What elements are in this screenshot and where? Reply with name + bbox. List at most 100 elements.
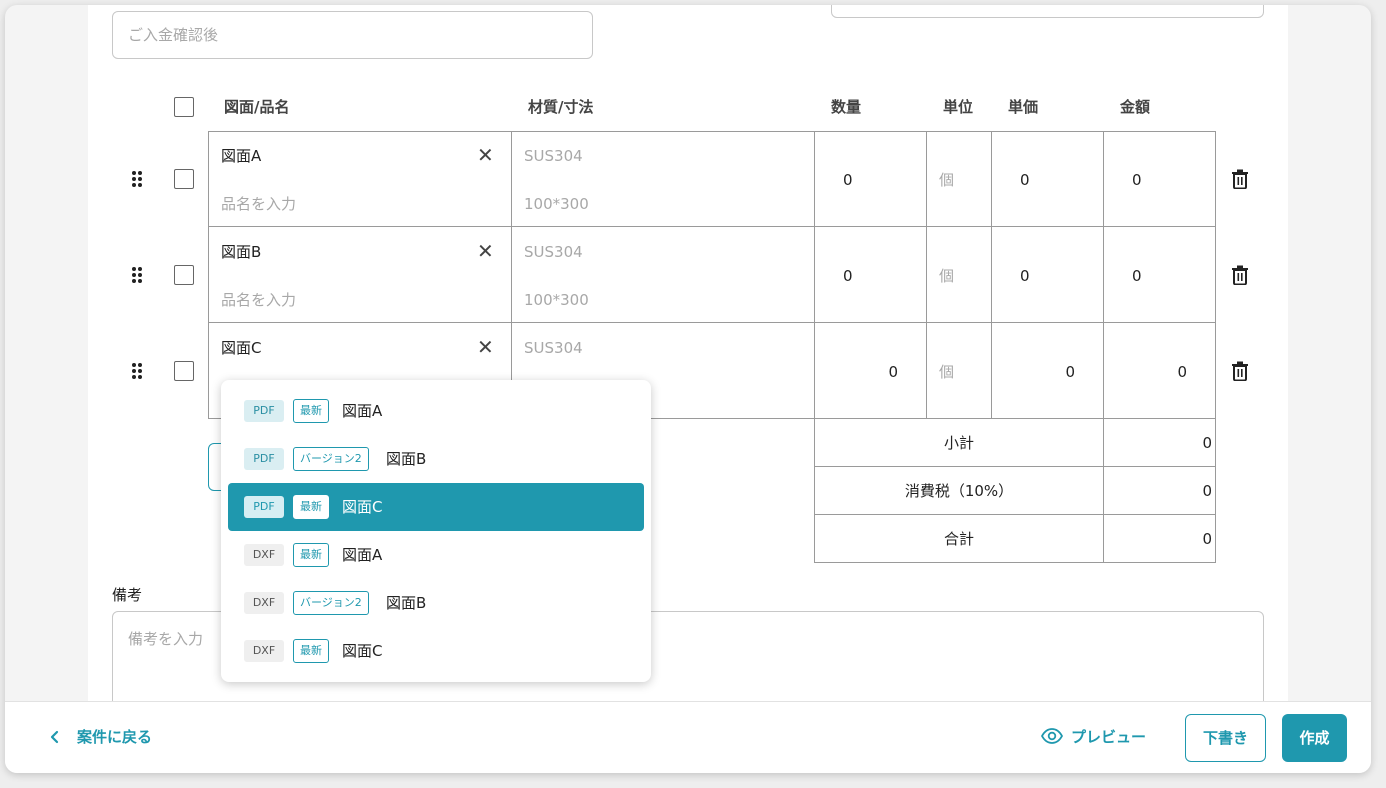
row-checkbox[interactable]	[174, 265, 194, 285]
file-type-badge: DXF	[244, 592, 284, 614]
dropdown-option[interactable]: DXF バージョン2 図面B	[228, 579, 644, 627]
file-type-badge: DXF	[244, 544, 284, 566]
tax-value: 0	[1202, 482, 1212, 500]
dropdown-option[interactable]: PDF 最新 図面A	[228, 387, 644, 435]
unit-input[interactable]: 個	[939, 170, 954, 190]
draft-label: 下書き	[1202, 729, 1248, 747]
row-checkbox[interactable]	[174, 169, 194, 189]
tax-value-cell: 0	[1103, 466, 1216, 515]
file-type-badge: DXF	[244, 640, 284, 662]
tax-label: 消費税（10%）	[904, 482, 1014, 500]
qty-value: 0	[843, 267, 853, 285]
chevron-left-icon	[50, 730, 59, 744]
notes-label: 備考	[112, 586, 143, 604]
header-drawing: 図面/品名	[224, 98, 290, 116]
trash-icon[interactable]	[1231, 265, 1249, 285]
back-label: 案件に戻る	[77, 728, 153, 746]
item-name-input[interactable]: 品名を入力	[221, 290, 296, 310]
amount-value: 0	[1177, 363, 1187, 381]
preview-button[interactable]: プレビュー	[1041, 724, 1161, 750]
qty-cell[interactable]: 0	[814, 226, 927, 323]
unit-cell[interactable]: 個	[926, 131, 992, 227]
unit-price-value: 0	[1020, 171, 1030, 189]
drawing-cell[interactable]: 図面A ✕ 品名を入力	[208, 131, 512, 227]
qty-cell[interactable]: 0	[814, 322, 927, 419]
qty-value: 0	[843, 171, 853, 189]
total-value: 0	[1202, 530, 1212, 548]
footer-bar: 案件に戻る プレビュー 下書き 作成	[5, 701, 1371, 773]
version-badge: バージョン2	[293, 591, 369, 615]
total-value-cell: 0	[1103, 514, 1216, 563]
unit-price-value: 0	[1020, 267, 1030, 285]
file-type-badge: PDF	[244, 448, 284, 470]
dropdown-option[interactable]: PDF バージョン2 図面B	[228, 435, 644, 483]
material-input[interactable]: SUS304	[524, 146, 583, 166]
unit-cell[interactable]: 個	[926, 322, 992, 419]
header-qty: 数量	[831, 98, 862, 116]
unit-input[interactable]: 個	[939, 362, 954, 382]
unit-cell[interactable]: 個	[926, 226, 992, 323]
option-name: 図面C	[342, 642, 383, 660]
size-input[interactable]: 100*300	[524, 290, 589, 310]
subtotal-label-cell: 小計	[814, 418, 1104, 467]
option-name: 図面C	[342, 498, 383, 516]
row-checkbox[interactable]	[174, 361, 194, 381]
payment-timing-input[interactable]: ご入金確認後	[112, 11, 593, 59]
unit-input[interactable]: 個	[939, 266, 954, 286]
clear-drawing-icon[interactable]: ✕	[477, 241, 494, 261]
subtotal-label: 小計	[943, 434, 974, 452]
qty-value: 0	[888, 363, 898, 381]
form-content: ご入金確認後 図面/品名 材質/寸法 数量 単位 単価 金額 図面A ✕ 品名を…	[88, 5, 1288, 731]
drawing-cell[interactable]: 図面B ✕ 品名を入力	[208, 226, 512, 323]
size-input[interactable]: 100*300	[524, 194, 589, 214]
preview-label: プレビュー	[1071, 728, 1147, 746]
header-amount: 金額	[1120, 98, 1151, 116]
drawing-name: 図面A	[221, 147, 262, 165]
amount-cell[interactable]: 0	[1103, 322, 1216, 419]
dropdown-option-selected[interactable]: PDF 最新 図面C	[228, 483, 644, 531]
amount-cell[interactable]: 0	[1103, 226, 1216, 323]
dropdown-option[interactable]: DXF 最新 図面A	[228, 531, 644, 579]
amount-value: 0	[1132, 171, 1142, 189]
drag-handle-icon[interactable]	[131, 266, 143, 284]
app-window: ご入金確認後 図面/品名 材質/寸法 数量 単位 単価 金額 図面A ✕ 品名を…	[5, 5, 1371, 773]
amount-cell[interactable]: 0	[1103, 131, 1216, 227]
header-material: 材質/寸法	[528, 98, 594, 116]
drag-handle-icon[interactable]	[131, 170, 143, 188]
draft-button[interactable]: 下書き	[1185, 714, 1266, 762]
item-name-input[interactable]: 品名を入力	[221, 194, 296, 214]
totals-table: 小計 0 消費税（10%） 0 合計 0	[814, 418, 1216, 563]
total-label-cell: 合計	[814, 514, 1104, 563]
subtotal-value: 0	[1202, 434, 1212, 452]
option-name: 図面A	[342, 402, 383, 420]
tax-label-cell: 消費税（10%）	[814, 466, 1104, 515]
table-row: 図面A ✕ 品名を入力 SUS304 100*300 0 個 0 0	[88, 131, 1288, 227]
create-button[interactable]: 作成	[1282, 714, 1347, 762]
clear-drawing-icon[interactable]: ✕	[477, 337, 494, 357]
unit-price-value: 0	[1065, 363, 1075, 381]
select-all-checkbox[interactable]	[174, 97, 194, 117]
material-input[interactable]: SUS304	[524, 242, 583, 262]
option-name: 図面B	[386, 594, 427, 612]
file-type-badge: PDF	[244, 496, 284, 518]
option-name: 図面A	[342, 546, 383, 564]
top-right-input[interactable]	[831, 5, 1264, 18]
drag-handle-icon[interactable]	[131, 362, 143, 380]
material-cell[interactable]: SUS304 100*300	[511, 226, 815, 323]
clear-drawing-icon[interactable]: ✕	[477, 145, 494, 165]
subtotal-value-cell: 0	[1103, 418, 1216, 467]
material-cell[interactable]: SUS304 100*300	[511, 131, 815, 227]
unit-price-cell[interactable]: 0	[991, 131, 1104, 227]
dropdown-option[interactable]: DXF 最新 図面C	[228, 627, 644, 675]
version-badge: 最新	[293, 495, 329, 519]
drawing-name: 図面C	[221, 339, 262, 357]
unit-price-cell[interactable]: 0	[991, 226, 1104, 323]
version-badge: 最新	[293, 399, 329, 423]
unit-price-cell[interactable]: 0	[991, 322, 1104, 419]
eye-icon	[1041, 728, 1063, 744]
qty-cell[interactable]: 0	[814, 131, 927, 227]
material-input[interactable]: SUS304	[524, 338, 583, 358]
trash-icon[interactable]	[1231, 361, 1249, 381]
trash-icon[interactable]	[1231, 169, 1249, 189]
file-type-badge: PDF	[244, 400, 284, 422]
